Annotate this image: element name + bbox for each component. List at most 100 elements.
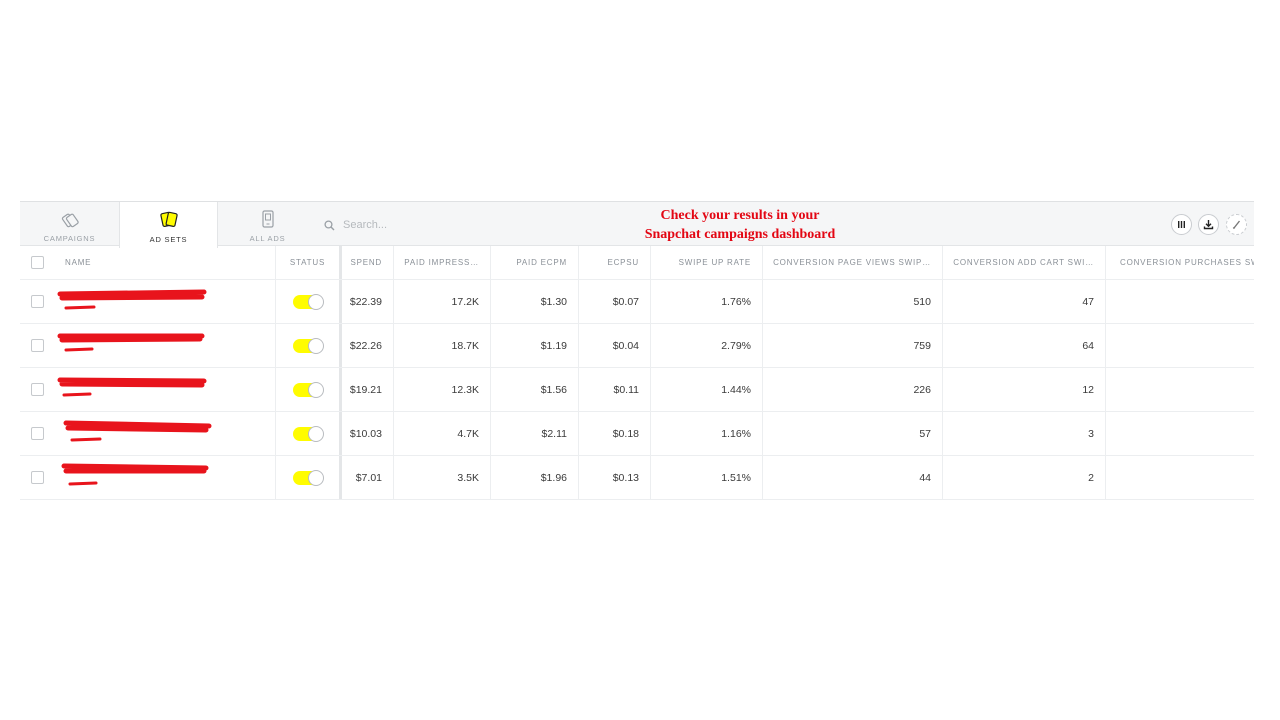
campaigns-icon [61, 213, 79, 228]
table-header-row: NAME STATUS SPEND PAID IMPRESS… PAID ECP… [20, 246, 1254, 280]
ecpsu-cell: $0.18 [578, 412, 650, 455]
header-conversion-add-cart[interactable]: CONVERSION ADD CART SWI… [942, 246, 1105, 279]
spend-cell: $7.01 [339, 456, 393, 499]
overlay-caption-line1: Check your results in your [660, 208, 820, 223]
table-row[interactable]: $22.26 18.7K $1.19 $0.04 2.79% 759 64 [20, 324, 1254, 368]
status-toggle[interactable] [292, 469, 324, 486]
header-paid-impressions[interactable]: PAID IMPRESS… [393, 246, 490, 279]
status-cell [275, 368, 339, 411]
top-bar: CAMPAIGNS AD SETS ALL ADS Ch [20, 201, 1254, 248]
tab-all-ads-label: ALL ADS [249, 234, 286, 243]
swipe-up-rate-cell: 1.76% [650, 280, 762, 323]
overlay-caption-line2: Snapchat campaigns dashboard [644, 227, 836, 242]
status-cell [275, 324, 339, 367]
conversion-purchases-cell [1105, 412, 1254, 455]
conversion-add-cart-cell: 3 [942, 412, 1105, 455]
header-swipe-up-rate[interactable]: SWIPE UP RATE [650, 246, 762, 279]
swipe-up-rate-cell: 1.44% [650, 368, 762, 411]
conversion-purchases-cell [1105, 456, 1254, 499]
status-toggle[interactable] [292, 425, 324, 442]
download-button[interactable] [1198, 214, 1219, 235]
search-icon [324, 219, 335, 230]
header-paid-ecpm[interactable]: PAID ECPM [490, 246, 578, 279]
row-checkbox[interactable] [30, 427, 44, 440]
name-cell [54, 280, 275, 323]
paid-ecpm-cell: $1.96 [490, 456, 578, 499]
row-checkbox-cell [20, 456, 54, 499]
download-icon [1203, 220, 1214, 230]
name-cell [54, 412, 275, 455]
overlay-caption: Check your results in your Snapchat camp… [620, 206, 860, 244]
paid-ecpm-cell: $2.11 [490, 412, 578, 455]
status-cell [275, 412, 339, 455]
table-row[interactable]: $10.03 4.7K $2.11 $0.18 1.16% 57 3 [20, 412, 1254, 456]
redacted-name-scribble [61, 463, 209, 486]
conversion-add-cart-cell: 64 [942, 324, 1105, 367]
spend-cell: $10.03 [339, 412, 393, 455]
columns-icon [1178, 221, 1185, 228]
redacted-name-scribble [57, 377, 207, 397]
conversion-add-cart-cell: 47 [942, 280, 1105, 323]
row-checkbox[interactable] [30, 383, 44, 396]
redacted-name-scribble [63, 420, 212, 442]
status-cell [275, 280, 339, 323]
row-checkbox[interactable] [30, 339, 44, 352]
header-spend[interactable]: SPEND [339, 246, 393, 279]
table-row[interactable]: $19.21 12.3K $1.56 $0.11 1.44% 226 12 [20, 368, 1254, 412]
toggle-knob [307, 337, 324, 354]
paid-impressions-cell: 3.5K [393, 456, 490, 499]
toggle-knob [307, 293, 324, 310]
conversion-page-views-cell: 44 [762, 456, 942, 499]
conversion-purchases-cell [1105, 280, 1254, 323]
status-toggle[interactable] [292, 337, 324, 354]
tab-ad-sets-label: AD SETS [149, 235, 188, 244]
paid-impressions-cell: 12.3K [393, 368, 490, 411]
ecpsu-cell: $0.04 [578, 324, 650, 367]
paid-impressions-cell: 18.7K [393, 324, 490, 367]
row-checkbox[interactable] [30, 471, 44, 484]
edit-button[interactable] [1226, 214, 1247, 235]
select-all-checkbox[interactable] [30, 256, 44, 269]
conversion-page-views-cell: 57 [762, 412, 942, 455]
spend-cell: $19.21 [339, 368, 393, 411]
spend-cell: $22.39 [339, 280, 393, 323]
search-input[interactable] [343, 219, 493, 231]
ad-sets-panel: CAMPAIGNS AD SETS ALL ADS Ch [20, 201, 1254, 500]
spend-cell: $22.26 [339, 324, 393, 367]
conversion-purchases-cell [1105, 324, 1254, 367]
conversion-add-cart-cell: 2 [942, 456, 1105, 499]
edit-icon [1232, 220, 1241, 230]
tab-campaigns[interactable]: CAMPAIGNS [20, 202, 119, 247]
name-cell [54, 368, 275, 411]
redacted-name-scribble [57, 333, 205, 352]
paid-ecpm-cell: $1.30 [490, 280, 578, 323]
tab-all-ads[interactable]: ALL ADS [218, 202, 317, 247]
ecpsu-cell: $0.07 [578, 280, 650, 323]
header-name[interactable]: NAME [54, 246, 275, 279]
status-toggle[interactable] [292, 293, 324, 310]
search-box [324, 214, 504, 236]
tab-ad-sets[interactable]: AD SETS [119, 202, 218, 248]
row-checkbox-cell [20, 324, 54, 367]
header-conversion-page-views[interactable]: CONVERSION PAGE VIEWS SWIP… [762, 246, 942, 279]
row-checkbox[interactable] [30, 295, 44, 308]
redacted-name-scribble [57, 289, 207, 310]
tab-campaigns-label: CAMPAIGNS [43, 234, 96, 243]
status-cell [275, 456, 339, 499]
conversion-purchases-cell [1105, 368, 1254, 411]
row-checkbox-cell [20, 412, 54, 455]
table-row[interactable]: $22.39 17.2K $1.30 $0.07 1.76% 510 47 [20, 280, 1254, 324]
table-row[interactable]: $7.01 3.5K $1.96 $0.13 1.51% 44 2 [20, 456, 1254, 500]
conversion-page-views-cell: 510 [762, 280, 942, 323]
swipe-up-rate-cell: 1.51% [650, 456, 762, 499]
paid-ecpm-cell: $1.56 [490, 368, 578, 411]
header-status[interactable]: STATUS [275, 246, 339, 279]
row-checkbox-cell [20, 368, 54, 411]
row-checkbox-cell [20, 280, 54, 323]
swipe-up-rate-cell: 1.16% [650, 412, 762, 455]
header-conversion-purchases[interactable]: CONVERSION PURCHASES SW [1105, 246, 1254, 279]
header-ecpsu[interactable]: ECPSU [578, 246, 650, 279]
status-toggle[interactable] [292, 381, 324, 398]
columns-button[interactable] [1171, 214, 1192, 235]
toggle-knob [307, 381, 324, 398]
